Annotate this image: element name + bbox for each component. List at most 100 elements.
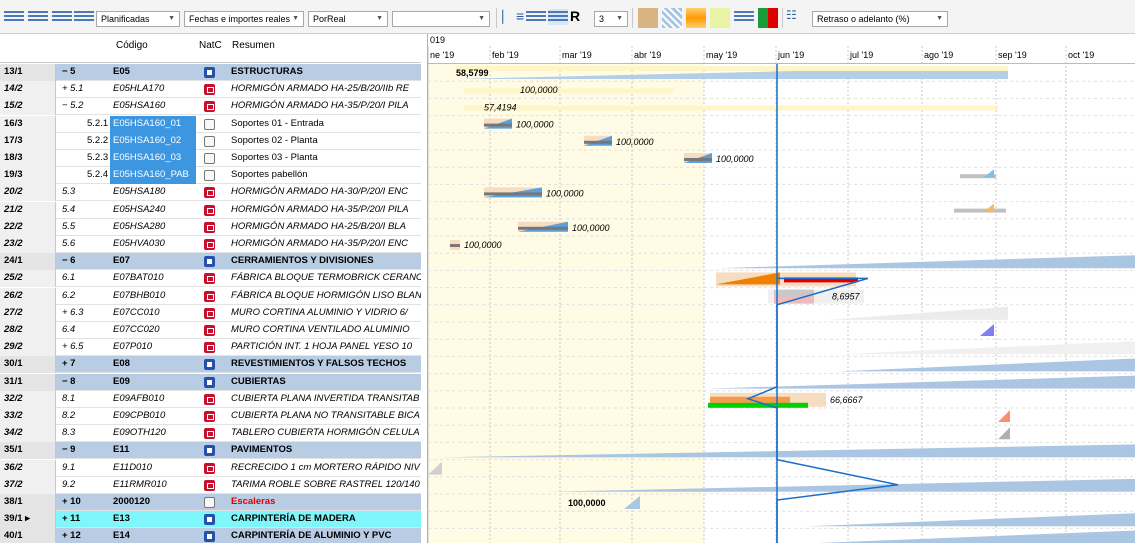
month-label: jun '19	[777, 50, 804, 60]
row-code: E05HSA160_03	[110, 150, 196, 167]
month-label: oct '19	[1068, 50, 1094, 60]
chevron-down-icon: ▼	[168, 15, 175, 22]
table-row[interactable]: 32/2 8.1 E09AFB010 CUBIERTA PLANA INVERTIDA…	[0, 390, 421, 408]
table-row[interactable]: 21/2 5.4 E05HSA240 HORMIGÓN ARMADO HA-35/P/…	[0, 201, 421, 219]
table-row[interactable]: 19/3 5.2.4 E05HSA160_PAB Soportes pabellón	[0, 167, 421, 185]
table-row[interactable]: 33/2 8.2 E09CPB010 CUBIERTA PLANA NO TRANSI…	[0, 408, 421, 425]
row-number: 22/2	[0, 218, 56, 236]
table-row[interactable]: 31/1 − 8 E09 CUBIERTAS	[0, 373, 421, 391]
table-row[interactable]: 35/1 − 9 E11 PAVIMENTOS	[0, 442, 421, 460]
table-row[interactable]: 18/3 5.2.3 E05HSA160_03 Soportes 03 - Plant…	[0, 150, 421, 167]
certified-band	[428, 64, 704, 543]
month-label: abr '19	[634, 50, 661, 60]
gantt-chart: 019 ne '19 feb '19 mar '19 abr '19 may '19 jun…	[427, 34, 1135, 543]
table-row[interactable]: 36/2 9.1 E11D010 RECRECIDO 1 cm MORTERO RÁP…	[0, 459, 421, 477]
row-code: E05HLA170	[113, 83, 165, 95]
color-certified-icon[interactable]	[710, 8, 730, 28]
table-row[interactable]: 23/2 5.6 E05HVA030 HORMIGÓN ARMADO HA-35/P/…	[0, 236, 421, 253]
table-row[interactable]: 37/2 9.2 E11RMR010 TARIMA ROBLE SOBRE RASTR…	[0, 476, 421, 494]
row-number: 25/2	[0, 270, 56, 288]
table-row[interactable]: 29/2 + 6.5 E07P010 PARTICIÓN INT. 1 HOJA PA…	[0, 339, 421, 357]
row-level: + 7	[62, 358, 76, 370]
fechas-dropdown[interactable]: Fechas e importes reales ▼	[184, 11, 304, 27]
chevron-down-icon: ▼	[936, 15, 943, 22]
filter-dropdown[interactable]: ▼	[392, 11, 490, 27]
table-row[interactable]: 39/1 ▸ + 11 E13 CARPINTERÍA DE MADERA	[0, 511, 421, 529]
tree-icon[interactable]	[734, 9, 754, 25]
row-level: + 6.3	[62, 306, 84, 318]
bold-button[interactable]: R	[570, 8, 590, 28]
table-row[interactable]: 40/1 + 12 E14 CARPINTERÍA DE ALUMINIO Y PVC	[0, 528, 421, 543]
row-code: E11D010	[113, 461, 152, 473]
column-header-natc[interactable]: NatC	[199, 40, 222, 51]
item-icon	[198, 98, 226, 115]
nature-icon	[204, 187, 215, 199]
progress-label: 100,0000	[546, 188, 584, 198]
row-summary: TABLERO CUBIERTA HORMIGÓN CELULA	[231, 427, 420, 439]
chapter-bar	[808, 513, 1135, 527]
column-header-resumen[interactable]: Resumen	[232, 40, 275, 51]
row-number: 35/1	[0, 442, 56, 460]
gantt-lines-icon[interactable]	[526, 9, 546, 25]
table-row[interactable]: 27/2 + 6.3 E07CC010 MURO CORTINA ALUMINIO Y…	[0, 304, 421, 322]
table-row[interactable]: 34/2 8.3 E09OTH120 TABLERO CUBIERTA HORMIGÓ…	[0, 425, 421, 443]
row-summary: Soportes 02 - Planta	[231, 134, 318, 146]
settings-icon[interactable]: ☷	[786, 8, 806, 28]
progress-bar	[998, 410, 1010, 422]
pattern-icon[interactable]	[662, 8, 682, 28]
row-summary: FÁBRICA BLOQUE TERMOBRICK CERANO	[231, 272, 421, 284]
table-row[interactable]: 15/2 − 5.2 E05HSA160 HORMIGÓN ARMADO HA-35/…	[0, 98, 421, 116]
level-icon[interactable]: ⎸≡	[502, 8, 524, 28]
table-row[interactable]: 17/3 5.2.2 E05HSA160_02 Soportes 02 - Plant…	[0, 132, 421, 150]
table-row[interactable]: 14/2 + 5.1 E05HLA170 HORMIGÓN ARMADO HA-25/…	[0, 81, 421, 99]
row-code: E07CC010	[113, 306, 160, 318]
item-icon	[198, 460, 226, 477]
table-row[interactable]: 16/3 5.2.1 E05HSA160_01 Soportes 01 - Entra…	[0, 115, 421, 133]
delay-colors-icon[interactable]	[758, 8, 778, 28]
table-row[interactable]: 38/1 + 10 2000120 Escaleras	[0, 494, 421, 511]
row-summary: CARPINTERÍA DE MADERA	[231, 513, 356, 525]
nature-icon	[204, 239, 215, 250]
row-code: E05HVA030	[113, 238, 165, 249]
item-icon	[198, 184, 226, 201]
nature-icon	[204, 393, 215, 405]
level-dropdown[interactable]: 3 ▼	[594, 11, 628, 27]
progress-label: 100,0000	[464, 240, 502, 250]
nature-icon	[204, 290, 215, 302]
row-number: 28/2	[0, 322, 56, 339]
nature-icon	[204, 221, 215, 233]
expand-all-icon[interactable]	[52, 9, 72, 25]
table-row[interactable]: 30/1 + 7 E08 REVESTIMIENTOS Y FALSOS TECHOS	[0, 356, 421, 374]
expand-level-icon[interactable]	[28, 9, 48, 25]
gantt-bars-icon[interactable]	[548, 9, 568, 25]
color-real-icon[interactable]	[686, 8, 706, 28]
table-row[interactable]: 26/2 6.2 E07BHB010 FÁBRICA BLOQUE HORMIGÓN …	[0, 287, 421, 305]
color-planned-icon[interactable]	[638, 8, 658, 28]
row-summary: TARIMA ROBLE SOBRE RASTREL 120/140	[231, 478, 420, 490]
separator	[632, 8, 633, 28]
table-row[interactable]: 20/2 5.3 E05HSA180 HORMIGÓN ARMADO HA-30/P/…	[0, 184, 421, 202]
table-row[interactable]: 13/1 − 5 E05 ESTRUCTURAS	[0, 64, 421, 81]
chapter-icon	[198, 356, 226, 373]
item-icon	[198, 288, 226, 305]
planificadas-dropdown[interactable]: Planificadas ▼	[96, 11, 180, 27]
row-level: 6.1	[62, 272, 76, 284]
row-number: 16/3	[0, 115, 56, 133]
porreal-dropdown[interactable]: PorReal ▼	[308, 11, 388, 27]
grid-header: Código NatC Resumen	[0, 34, 421, 63]
separator	[782, 8, 783, 28]
collapse-all-icon[interactable]	[4, 9, 24, 25]
table-row[interactable]: 22/2 5.5 E05HSA280 HORMIGÓN ARMADO HA-25/B/…	[0, 218, 421, 236]
delay-dropdown[interactable]: Retraso o adelanto (%) ▼	[812, 11, 948, 27]
table-row[interactable]: 24/1 − 6 E07 CERRAMIENTOS Y DIVISIONES	[0, 253, 421, 271]
outline-icon[interactable]	[74, 9, 94, 25]
row-number: 27/2	[0, 304, 56, 322]
progress-label: 8,6957	[832, 292, 861, 302]
table-row[interactable]: 25/2 6.1 E07BAT010 FÁBRICA BLOQUE TERMOBRIC…	[0, 270, 421, 288]
row-level: 8.3	[62, 427, 76, 439]
column-header-codigo[interactable]: Código	[116, 40, 148, 51]
table-row[interactable]: 28/2 6.4 E07CC020 MURO CORTINA VENTILADO AL…	[0, 322, 421, 339]
chevron-down-icon: ▼	[376, 15, 383, 22]
row-level: 9.1	[62, 461, 76, 473]
measurement-icon	[198, 167, 226, 184]
